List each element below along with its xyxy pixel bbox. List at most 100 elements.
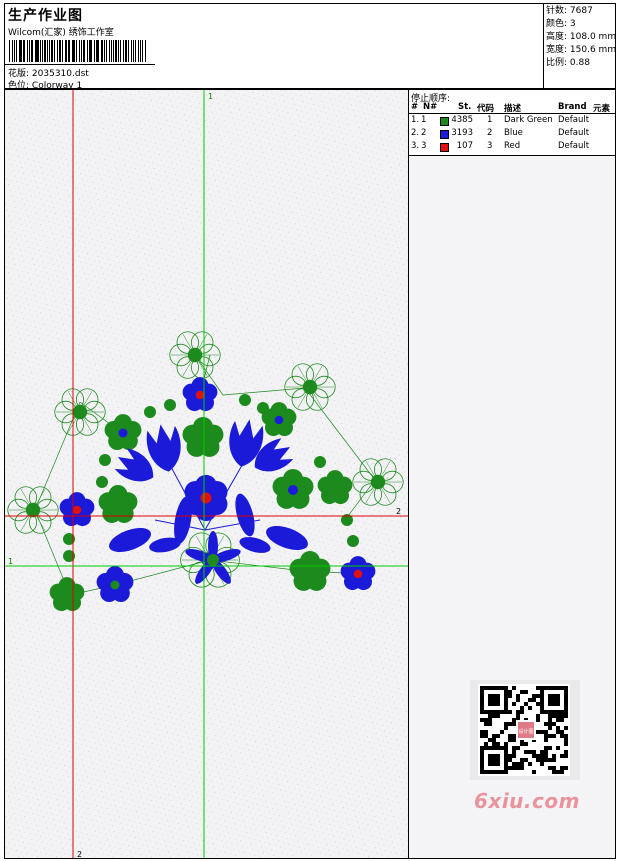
barcode-bar bbox=[88, 40, 90, 62]
green-dot bbox=[99, 454, 111, 466]
barcode-bar bbox=[66, 40, 68, 62]
barcode-bar bbox=[128, 40, 129, 62]
barcode-bar bbox=[36, 40, 39, 62]
green-dot bbox=[257, 402, 269, 414]
qr-module bbox=[516, 698, 520, 702]
qr-module bbox=[548, 758, 552, 762]
qr-module bbox=[524, 702, 528, 706]
col-stitches: St. bbox=[458, 102, 472, 112]
qr-module bbox=[548, 746, 552, 750]
qr-module bbox=[516, 714, 520, 718]
qr-module bbox=[552, 714, 556, 718]
qr-module bbox=[540, 758, 544, 762]
barcode-bar bbox=[53, 40, 56, 62]
qr-module bbox=[540, 754, 544, 758]
barcode-bar bbox=[22, 40, 24, 62]
qr-module bbox=[564, 750, 568, 754]
green-dot bbox=[347, 535, 359, 547]
color-swatch bbox=[440, 117, 449, 126]
qr-module bbox=[548, 766, 552, 770]
qr-module bbox=[560, 770, 564, 774]
qr-module bbox=[512, 718, 516, 722]
row-needle: 1 bbox=[421, 115, 427, 125]
qr-module bbox=[512, 734, 516, 738]
embroidery-design: 1 1 2 2 bbox=[5, 90, 408, 858]
design-canvas[interactable]: 1 1 2 2 bbox=[4, 89, 409, 859]
qr-module bbox=[532, 754, 536, 758]
qr-module bbox=[536, 758, 540, 762]
green-dot bbox=[144, 406, 156, 418]
barcode-bar bbox=[42, 40, 44, 62]
qr-module bbox=[492, 714, 496, 718]
qr-module bbox=[520, 710, 524, 714]
qr-module bbox=[488, 714, 492, 718]
col-code: 代码 bbox=[477, 104, 495, 114]
qr-module bbox=[544, 734, 548, 738]
qr-module bbox=[544, 750, 548, 754]
table-row[interactable]: 2. 2 3193 2 Blue Default bbox=[409, 128, 615, 141]
barcode-bar bbox=[46, 40, 48, 62]
qr-module bbox=[552, 758, 556, 762]
qr-module bbox=[524, 742, 528, 746]
qr-module bbox=[552, 722, 556, 726]
qr-module bbox=[556, 714, 560, 718]
barcode-bar bbox=[71, 40, 73, 62]
qr-module bbox=[544, 754, 548, 758]
barcode-bar bbox=[15, 40, 18, 62]
qr-module bbox=[556, 746, 560, 750]
qr-module bbox=[496, 714, 500, 718]
flower-center bbox=[274, 415, 284, 425]
qr-logo-text: 设计图 bbox=[518, 728, 533, 735]
qr-module bbox=[484, 742, 488, 746]
stat-colors: 颜色: 3 bbox=[546, 19, 576, 29]
outline-center bbox=[25, 502, 41, 518]
qr-module bbox=[560, 754, 564, 758]
barcode-bar bbox=[51, 40, 53, 62]
table-row[interactable]: 1. 1 4385 1 Dark Green Default bbox=[409, 115, 615, 128]
qr-module bbox=[508, 690, 512, 694]
qr-module bbox=[512, 750, 516, 754]
row-index: 2. bbox=[411, 128, 420, 138]
qr-module bbox=[544, 738, 548, 742]
qr-module bbox=[516, 746, 520, 750]
barcode-bar bbox=[82, 40, 85, 62]
qr-module bbox=[516, 694, 520, 698]
qr-module bbox=[496, 742, 500, 746]
qr-module bbox=[552, 734, 556, 738]
qr-module bbox=[516, 762, 520, 766]
qr-module bbox=[512, 738, 516, 742]
qr-module bbox=[520, 742, 524, 746]
qr-module bbox=[536, 686, 540, 690]
row-stitches: 4385 bbox=[451, 115, 473, 125]
watermark: 6xiu.com bbox=[474, 789, 580, 813]
barcode-bar bbox=[117, 40, 120, 62]
row-description: Blue bbox=[504, 128, 523, 138]
qr-module bbox=[508, 710, 512, 714]
qr-module bbox=[552, 766, 556, 770]
row-index: 3. bbox=[411, 141, 420, 151]
qr-module bbox=[492, 734, 496, 738]
qr-module bbox=[504, 742, 508, 746]
qr-module bbox=[536, 730, 540, 734]
qr-module bbox=[512, 702, 516, 706]
flower-center bbox=[118, 428, 128, 438]
stat-height: 高度: 108.0 mm bbox=[546, 32, 617, 42]
qr-module bbox=[536, 754, 540, 758]
barcode-bar bbox=[9, 40, 11, 62]
stat-stitches: 针数: 7687 bbox=[546, 6, 593, 16]
barcode-bar bbox=[141, 40, 144, 62]
guide-label-green-h: 1 bbox=[8, 557, 13, 566]
qr-finder-core bbox=[548, 694, 560, 706]
qr-module bbox=[536, 694, 540, 698]
qr-module bbox=[532, 694, 536, 698]
qr-module bbox=[524, 750, 528, 754]
table-row[interactable]: 3. 3 107 3 Red Default bbox=[409, 141, 615, 154]
qr-module bbox=[548, 714, 552, 718]
qr-module bbox=[528, 750, 532, 754]
header-divider bbox=[5, 64, 155, 65]
row-code: 1 bbox=[487, 115, 493, 125]
row-brand: Default bbox=[558, 141, 590, 151]
outline-center bbox=[72, 404, 88, 420]
qr-module bbox=[548, 722, 552, 726]
qr-module bbox=[536, 714, 540, 718]
